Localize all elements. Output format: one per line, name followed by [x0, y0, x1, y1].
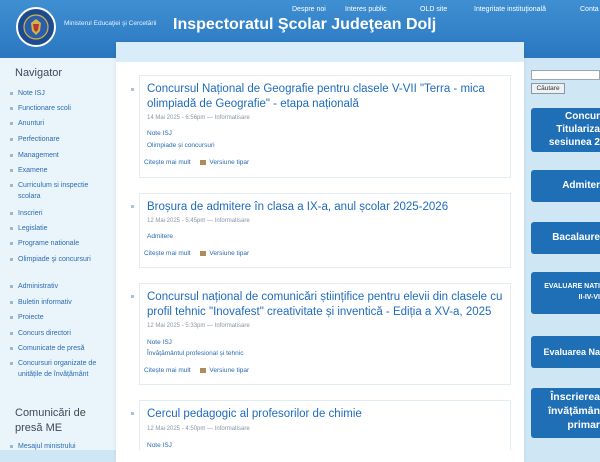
banner-line: EVALUARE NATI: [544, 283, 600, 290]
sidebar-item-functionare-scoli[interactable]: Functionare scoli: [10, 103, 110, 114]
banner-line: II-IV-VI: [578, 294, 600, 301]
sidebar-item-programe-nationale[interactable]: Programe nationale: [10, 238, 110, 249]
banner-admitere[interactable]: Admiter: [531, 170, 600, 202]
main-header-band: [116, 42, 524, 62]
article-tag[interactable]: Olimpiade și concursuri: [147, 142, 215, 149]
sidebar-item-mesajul-ministrului[interactable]: Mesajul ministrului: [10, 441, 110, 452]
sidebar-item-anunturi[interactable]: Anunturi: [10, 118, 110, 129]
read-more-link[interactable]: Citește mai mult: [144, 367, 191, 374]
sidebar-item-management[interactable]: Management: [10, 150, 110, 161]
navigator-heading: Navigator: [15, 67, 63, 79]
article-card: Concursul național de comunicări științi…: [139, 283, 511, 385]
article-bullet: [131, 88, 134, 91]
print-version-label: Versiune tipar: [209, 367, 250, 374]
sidebar-item-buletin-informativ[interactable]: Buletin informativ: [10, 297, 110, 308]
article-bullet: [131, 412, 134, 415]
banner-line: Concur: [565, 111, 600, 122]
sidebar-item-concursuri-organizate[interactable]: Concursuri organizate de unitățile de în…: [10, 358, 110, 380]
nav-old-site[interactable]: OLD site: [420, 6, 447, 13]
banner-line: învățămân: [548, 405, 600, 417]
banner-line: primar: [567, 419, 600, 431]
sidebar-item-curriculum[interactable]: Curriculum si inspectie scolara: [10, 180, 110, 202]
print-version-link[interactable]: Versiune tipar: [200, 159, 249, 166]
nav-contact[interactable]: Conta: [580, 6, 599, 13]
article-card: Concursul Național de Geografie pentru c…: [139, 75, 511, 178]
search-input[interactable]: [531, 70, 600, 80]
sidebar-item-perfectionare[interactable]: Perfectionare: [10, 134, 110, 145]
site-title[interactable]: Inspectoratul Şcolar Judeţean Dolj: [173, 16, 436, 34]
article-links: Citește mai mult Versiune tipar: [144, 367, 249, 374]
printer-icon: [200, 250, 207, 256]
sidebar-item-legislatie[interactable]: Legislatie: [10, 223, 110, 234]
article-title[interactable]: Concursul Național de Geografie pentru c…: [147, 82, 503, 112]
ministry-name[interactable]: Ministerul Educaţiei şi Cercetării: [64, 20, 156, 27]
banner-line: Admiter: [562, 180, 600, 191]
article-title[interactable]: Concursul național de comunicări științi…: [147, 290, 503, 320]
article-meta: 12 Mai 2025 - 4:50pm — Informatisare: [147, 426, 250, 432]
printer-icon: [200, 159, 207, 165]
sidebar-item-inscrieri[interactable]: Inscrieri: [10, 208, 110, 219]
print-version-link[interactable]: Versiune tipar: [200, 367, 249, 374]
banner-line: Evaluarea Na: [543, 347, 600, 357]
read-more-link[interactable]: Citește mai mult: [144, 159, 191, 166]
sidebar-item-comunicate[interactable]: Comunicate de presă: [10, 343, 110, 354]
banner-line: Înscrierea: [550, 391, 600, 403]
nav-interes-public[interactable]: Interes public: [345, 6, 387, 13]
search-button[interactable]: Căutare: [531, 83, 565, 94]
article-card: Broșura de admitere în clasa a IX-a, anu…: [139, 193, 511, 268]
banner-line: sesiunea 2: [548, 137, 600, 148]
ministry-logo[interactable]: [16, 7, 56, 47]
article-tag[interactable]: Note ISJ: [147, 339, 172, 346]
left-sidebar: Navigator Note ISJ Functionare scoli Anu…: [0, 58, 116, 450]
banner-concurs-titularizare[interactable]: Concur Titulariza sesiunea 2: [531, 108, 600, 152]
article-tag[interactable]: Admitere: [147, 233, 173, 240]
print-version-link[interactable]: Versiune tipar: [200, 250, 249, 257]
article-tag[interactable]: Note ISJ: [147, 442, 172, 449]
article-bullet: [131, 205, 134, 208]
banner-bacalaureat[interactable]: Bacalaure: [531, 222, 600, 254]
article-card: Cercul pedagogic al profesorilor de chim…: [139, 400, 511, 450]
article-meta: 14 Mai 2025 - 6:56pm — Informatisare: [147, 115, 250, 121]
sidebar-item-olimpiade[interactable]: Olimpiade şi concursuri: [10, 254, 110, 265]
sidebar-item-concurs-directori[interactable]: Concurs directori: [10, 328, 110, 339]
article-title[interactable]: Cercul pedagogic al profesorilor de chim…: [147, 407, 503, 422]
banner-evaluare-nationala[interactable]: EVALUARE NATI II-IV-VI: [531, 272, 600, 314]
banner-line: Titulariza: [556, 124, 600, 135]
printer-icon: [200, 367, 207, 373]
sidebar-item-administrativ[interactable]: Administrativ: [10, 281, 110, 292]
article-meta: 12 Mai 2025 - 5:33pm — Informatisare: [147, 323, 250, 329]
sidebar-item-examene[interactable]: Examene: [10, 165, 110, 176]
nav-despre-noi[interactable]: Despre noi: [292, 6, 326, 13]
print-version-label: Versiune tipar: [209, 250, 250, 257]
press-heading: Comunicări de presă ME: [15, 407, 86, 434]
read-more-link[interactable]: Citește mai mult: [144, 250, 191, 257]
banner-evaluarea-nationala[interactable]: Evaluarea Na: [531, 336, 600, 368]
banner-line: Bacalaure: [552, 232, 600, 243]
article-links: Citește mai mult Versiune tipar: [144, 250, 249, 257]
article-tag[interactable]: Învățământul profesional și tehnic: [147, 350, 243, 357]
article-title[interactable]: Broșura de admitere în clasa a IX-a, anu…: [147, 200, 503, 215]
sidebar-item-proiecte[interactable]: Proiecte: [10, 312, 110, 323]
print-version-label: Versiune tipar: [209, 159, 250, 166]
banner-inscrierea-primar[interactable]: Înscrierea învățămân primar: [531, 388, 600, 438]
article-links: Citește mai mult Versiune tipar: [144, 159, 249, 166]
article-bullet: [131, 295, 134, 298]
article-meta: 12 Mai 2025 - 5:45pm — Informatisare: [147, 218, 250, 224]
coat-of-arms-icon: [23, 14, 49, 40]
nav-integritate[interactable]: Integritate instituţională: [474, 6, 546, 13]
sidebar-item-note-isj[interactable]: Note ISJ: [10, 88, 110, 99]
article-tag[interactable]: Note ISJ: [147, 130, 172, 137]
